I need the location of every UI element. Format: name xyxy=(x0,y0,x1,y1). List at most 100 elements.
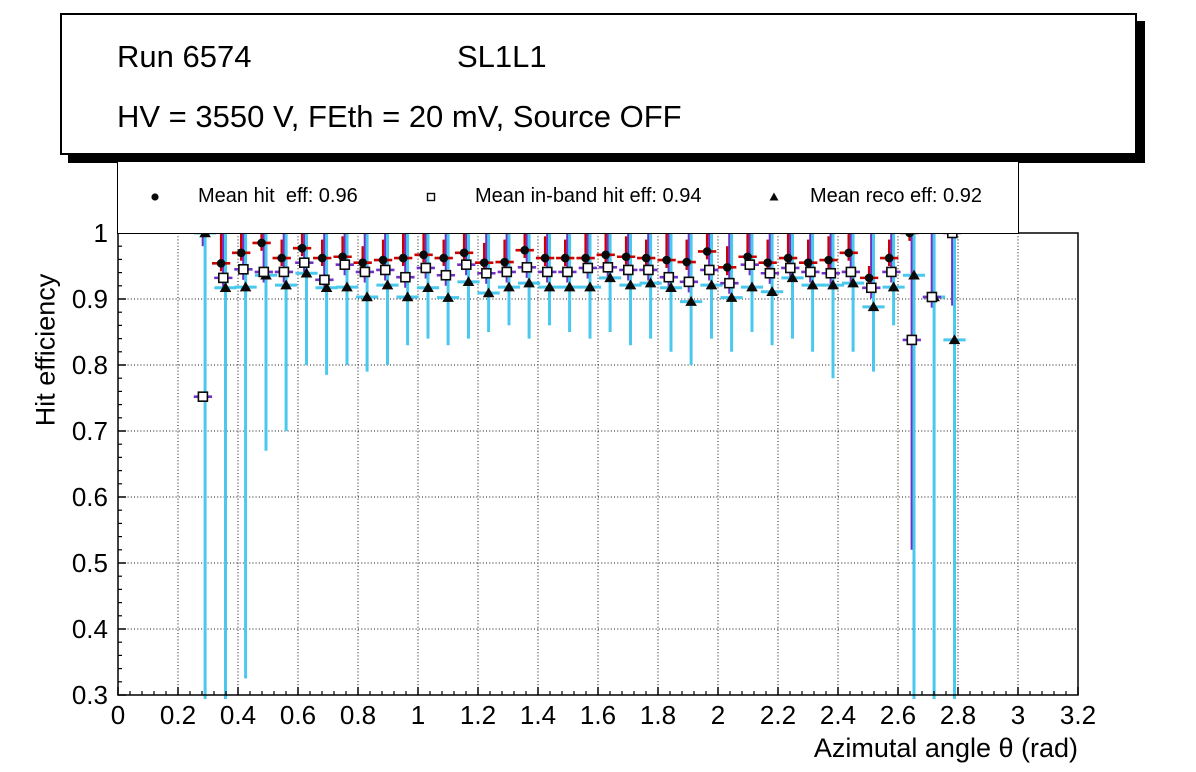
y-tick-label: 0.5 xyxy=(72,548,108,578)
marker-filled-circle xyxy=(500,257,509,267)
y-tick-label: 0.6 xyxy=(72,482,108,512)
marker-open-square xyxy=(359,266,371,278)
marker-open-square xyxy=(643,264,654,276)
marker-filled-circle xyxy=(844,248,853,258)
marker-filled-circle xyxy=(216,259,226,268)
x-tick-label: 2.8 xyxy=(940,700,976,730)
marker-open-square xyxy=(663,271,675,283)
marker-open-square xyxy=(744,259,756,270)
marker-open-square xyxy=(541,266,553,278)
x-tick-label: 2.6 xyxy=(880,700,916,730)
marker-filled-circle xyxy=(783,253,793,263)
x-tick-label: 3 xyxy=(1011,700,1025,730)
marker-open-square xyxy=(764,267,776,279)
x-tick-label: 1.8 xyxy=(640,700,676,730)
marker-open-square xyxy=(784,262,796,274)
marker-filled-circle xyxy=(236,248,246,258)
marker-open-square xyxy=(865,282,877,294)
filled-triangle-icon xyxy=(769,192,779,201)
legend-label-reco: Mean reco eff: 0.92 xyxy=(810,185,982,207)
x-axis-title: Azimutal angle θ (rad) xyxy=(813,733,1078,763)
marker-open-square xyxy=(501,266,513,278)
marker-open-square xyxy=(602,262,614,273)
marker-open-square xyxy=(379,264,391,276)
marker-open-square xyxy=(886,266,897,278)
marker-filled-circle xyxy=(297,243,307,253)
title-chamber-label: SL1L1 xyxy=(457,39,547,74)
x-tick-label: 2.4 xyxy=(820,700,856,730)
marker-open-square xyxy=(521,262,533,273)
marker-filled-circle xyxy=(398,253,408,263)
marker-filled-circle xyxy=(419,250,428,260)
marker-filled-circle xyxy=(722,263,732,272)
marker-open-square xyxy=(197,391,209,402)
y-tick-label: 0.9 xyxy=(72,284,108,314)
marker-filled-circle xyxy=(864,273,874,283)
y-axis-title: Hit efficiency xyxy=(30,273,61,427)
marker-open-square xyxy=(440,269,452,281)
marker-filled-circle xyxy=(743,252,752,262)
marker-filled-circle xyxy=(277,253,287,263)
marker-open-square xyxy=(724,277,735,289)
marker-filled-circle xyxy=(662,255,671,265)
x-tick-label: 2.2 xyxy=(760,700,796,730)
open-square-icon xyxy=(426,192,436,202)
marker-open-square xyxy=(703,264,715,276)
y-tick-label: 0.7 xyxy=(72,416,108,446)
marker-open-square xyxy=(683,276,695,288)
legend-box: Mean hit eff: 0.96 Mean in-band hit eff:… xyxy=(117,161,1019,234)
marker-filled-circle xyxy=(824,255,833,265)
x-tick-label: 1 xyxy=(411,700,425,730)
marker-filled-circle xyxy=(338,252,347,262)
marker-filled-circle xyxy=(641,253,651,263)
y-tick-label: 0.3 xyxy=(72,680,108,710)
x-tick-label: 1.2 xyxy=(460,700,496,730)
y-tick-label: 1 xyxy=(94,218,108,248)
marker-open-square xyxy=(906,334,918,346)
marker-open-square xyxy=(278,266,290,278)
x-tick-label: 0.4 xyxy=(220,700,256,730)
y-tick-label: 0.8 xyxy=(72,350,108,380)
marker-open-square xyxy=(238,263,249,275)
x-tick-label: 0.6 xyxy=(280,700,316,730)
marker-filled-circle xyxy=(358,258,368,268)
marker-filled-circle xyxy=(479,258,489,268)
marker-open-square xyxy=(298,257,310,269)
x-tick-label: 3.2 xyxy=(1060,700,1096,730)
marker-open-square xyxy=(582,262,594,274)
marker-filled-circle xyxy=(803,258,813,268)
title-run-number: Run 6574 xyxy=(117,39,252,74)
marker-open-square xyxy=(258,266,270,278)
marker-filled-circle xyxy=(601,250,610,260)
marker-open-square xyxy=(319,274,330,286)
marker-filled-circle xyxy=(378,255,388,265)
marker-filled-circle xyxy=(884,253,894,263)
marker-open-square xyxy=(622,264,634,276)
marker-filled-circle xyxy=(317,253,327,263)
filled-circle-icon xyxy=(151,193,159,201)
marker-open-square xyxy=(562,266,573,278)
marker-filled-circle xyxy=(581,253,590,263)
marker-filled-circle xyxy=(763,258,772,268)
x-tick-label: 1.6 xyxy=(580,700,616,730)
marker-filled-circle xyxy=(621,252,631,262)
title-line1: Run 6574 SL1L1 xyxy=(117,39,547,75)
marker-open-square xyxy=(926,291,938,303)
marker-open-square xyxy=(805,266,816,278)
marker-open-square xyxy=(825,267,837,279)
marker-filled-circle xyxy=(439,253,449,263)
marker-open-square xyxy=(420,262,432,274)
legend-label-inband: Mean in-band hit eff: 0.94 xyxy=(475,185,702,207)
title-pave: Run 6574 SL1L1 HV = 3550 V, FEth = 20 mV,… xyxy=(60,13,1137,155)
marker-open-square xyxy=(460,259,472,270)
marker-open-square xyxy=(400,271,411,283)
marker-open-square xyxy=(845,266,857,278)
marker-filled-circle xyxy=(682,257,691,267)
x-tick-label: 0.2 xyxy=(160,700,196,730)
marker-open-square xyxy=(481,267,492,279)
marker-filled-circle xyxy=(702,247,712,256)
legend-label-hit: Mean hit eff: 0.96 xyxy=(198,185,358,207)
root-canvas: 0 0.2 0.4 0.6 0.8 1 1.2 1.4 1.6 1.8 2 2.2 2.4 2.6 2.8 3… xyxy=(0,0,1196,772)
marker-open-square xyxy=(218,272,229,284)
marker-filled-circle xyxy=(540,253,550,263)
